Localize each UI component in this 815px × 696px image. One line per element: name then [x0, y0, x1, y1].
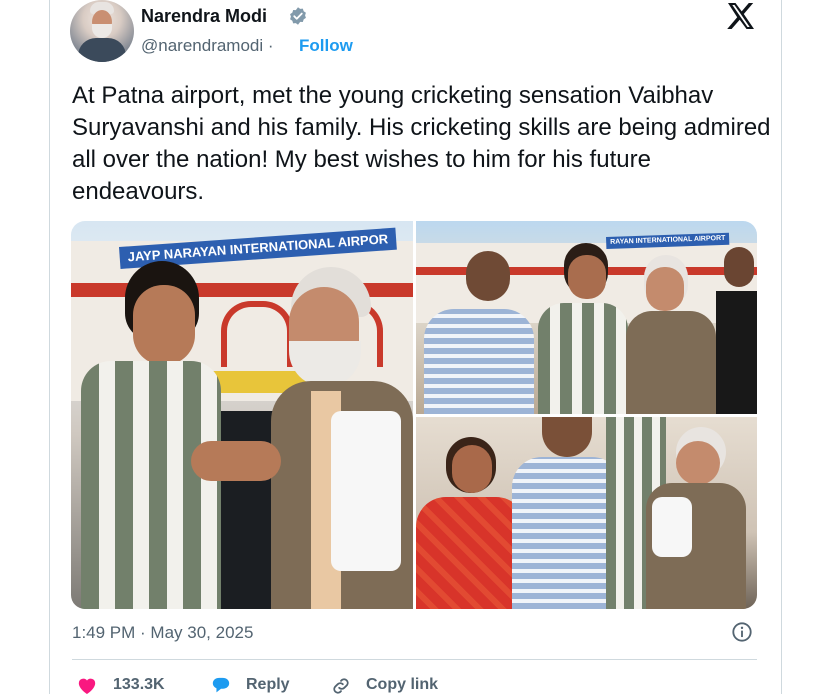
reply-button[interactable]: Reply	[246, 676, 290, 694]
follow-button[interactable]: Follow	[299, 36, 353, 56]
info-icon[interactable]	[731, 621, 753, 643]
copy-link-button[interactable]: Copy link	[366, 676, 438, 694]
author-name[interactable]: Narendra Modi	[141, 6, 267, 27]
copy-link-icon[interactable]	[330, 676, 352, 696]
avatar[interactable]	[70, 0, 134, 62]
divider	[72, 659, 757, 660]
media-grid[interactable]: JAYP NARAYAN INTERNATIONAL AIRPOR RAYAN …	[71, 221, 757, 609]
author-handle[interactable]: @narendramodi ·	[141, 36, 274, 56]
heart-icon[interactable]	[76, 675, 98, 695]
reply-icon[interactable]	[210, 676, 232, 696]
tweet-text: At Patna airport, met the young cricketi…	[72, 82, 771, 205]
x-logo-icon[interactable]	[726, 2, 756, 30]
photo-greeting-family[interactable]: RAYAN INTERNATIONAL AIRPORT	[416, 221, 757, 414]
photo-meeting-handshake[interactable]: JAYP NARAYAN INTERNATIONAL AIRPOR	[71, 221, 413, 609]
verified-badge-icon	[290, 7, 306, 25]
like-count[interactable]: 133.3K	[113, 676, 165, 694]
tweet-timestamp[interactable]: 1:49 PM · May 30, 2025	[72, 623, 253, 643]
photo-greeting-mother[interactable]	[416, 417, 757, 609]
